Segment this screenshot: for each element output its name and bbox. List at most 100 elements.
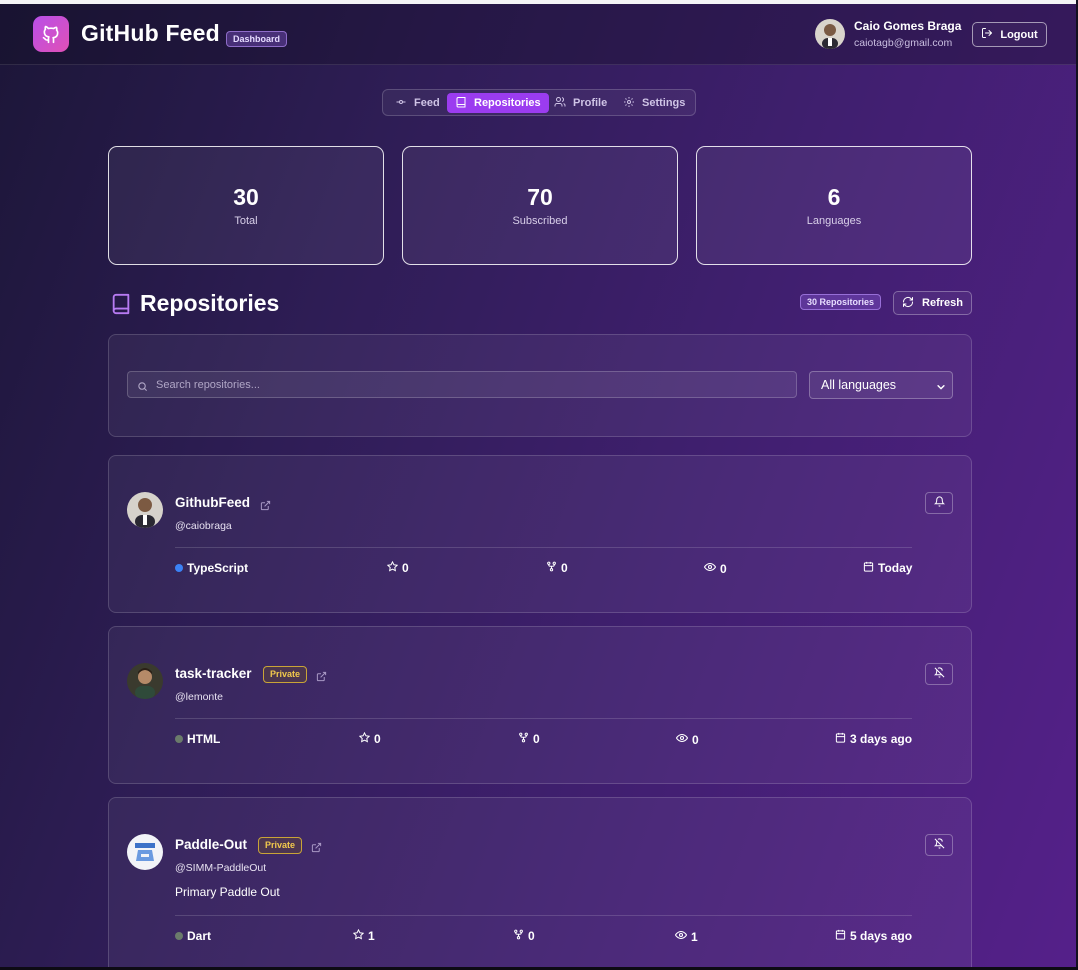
refresh-button[interactable]: Refresh [893,291,972,315]
repo-watchers: 0 [675,732,699,747]
user-avatar[interactable] [815,19,845,49]
search-input[interactable] [156,372,786,397]
tab-repositories[interactable]: Repositories [447,93,549,113]
subscribe-button[interactable] [925,492,953,514]
page-title: Repositories [140,290,280,316]
language-dot [175,735,183,743]
dashboard-badge: Dashboard [226,31,288,47]
external-link-icon[interactable] [260,498,271,516]
language-dot [175,932,183,940]
tab-profile[interactable]: Profile [546,93,615,113]
stars-count: 0 [374,732,381,746]
stat-label: Total [234,215,258,227]
repo-language: HTML [175,732,220,746]
language-label: TypeScript [187,561,249,575]
logout-icon [981,27,993,42]
users-icon [554,96,566,111]
search-icon [137,379,148,397]
updated-label: 3 days ago [850,732,913,746]
private-badge: Private [258,837,303,854]
owner-avatar [127,663,163,699]
app-header: GitHub Feed Dashboard Caio Gomes Braga c… [0,4,1076,65]
stars-count: 1 [368,929,375,943]
refresh-icon [902,296,914,311]
refresh-label: Refresh [922,297,963,309]
repo-stars: 0 [386,560,409,575]
stat-card-total: 30 Total [108,146,384,265]
updated-label: Today [878,561,913,575]
repo-owner: @caiobraga [175,520,232,532]
language-select-value: All languages [821,378,897,392]
eye-icon [674,929,688,944]
repo-card[interactable]: task-tracker Private @lemonte HTML 0 0 0… [108,626,972,784]
stat-value: 70 [527,184,553,210]
repo-forks: 0 [518,732,540,746]
repo-language: TypeScript [175,561,248,575]
logout-label: Logout [1000,28,1038,41]
repo-stars: 0 [358,731,381,746]
forks-count: 0 [528,929,535,943]
stat-value: 30 [233,184,259,210]
user-email: caiotagb@gmail.com [854,37,953,49]
divider [175,718,912,719]
book-icon [455,96,467,111]
language-label: HTML [187,732,221,746]
stat-label: Languages [806,215,862,227]
repo-owner: @SIMM-PaddleOut [175,862,267,874]
commit-icon [395,96,407,111]
tab-feed[interactable]: Feed [387,93,448,113]
app-title: GitHub Feed [81,20,220,46]
github-logo-icon[interactable] [33,16,69,52]
language-label: Dart [187,929,212,943]
external-link-icon[interactable] [311,840,322,858]
repo-forks: 0 [546,561,568,575]
repo-forks: 0 [513,929,535,943]
fork-icon [546,561,557,575]
divider [175,915,912,916]
watchers-count: 0 [692,732,699,747]
repo-name[interactable]: GithubFeed [175,495,250,510]
repo-watchers: 0 [703,561,727,576]
fork-icon [513,929,524,943]
stat-card-subscribed: 70 Subscribed [402,146,678,265]
calendar-icon [863,561,874,575]
bell-off-icon [933,665,945,683]
search-box [127,371,797,398]
repo-owner: @lemonte [175,691,224,703]
calendar-icon [835,929,846,943]
stat-label: Subscribed [512,215,568,227]
watchers-count: 0 [720,561,727,576]
repo-card[interactable]: Paddle-Out Private @SIMM-PaddleOut Prima… [108,797,972,970]
subscribe-button[interactable] [925,663,953,685]
subscribe-button[interactable] [925,834,953,856]
watchers-count: 1 [691,929,698,944]
repo-name[interactable]: Paddle-Out [175,837,247,852]
repo-name[interactable]: task-tracker [175,666,252,681]
repo-language: Dart [175,929,211,943]
filter-panel: All languages [108,334,972,437]
fork-icon [518,732,529,746]
repo-watchers: 1 [674,929,698,944]
tab-settings[interactable]: Settings [615,93,693,113]
language-dot [175,564,183,572]
external-link-icon[interactable] [316,669,327,687]
forks-count: 0 [561,561,568,575]
user-name: Caio Gomes Braga [854,19,962,33]
chevron-down-icon [936,381,946,395]
repo-card[interactable]: GithubFeed @caiobraga TypeScript 0 0 0 T… [108,455,972,613]
forks-count: 0 [533,732,540,746]
bell-off-icon [933,836,945,854]
stars-count: 0 [402,561,409,575]
stat-card-languages: 6 Languages [696,146,972,265]
owner-avatar [127,492,163,528]
repo-count-badge: 30 Repositories [800,294,882,310]
repo-updated: Today [863,561,912,575]
tab-profile-label: Profile [573,97,608,109]
repo-stars: 1 [352,928,375,943]
logout-button[interactable]: Logout [972,22,1047,47]
eye-icon [703,561,717,576]
updated-label: 5 days ago [850,929,913,943]
owner-avatar [127,834,163,870]
repo-updated: 3 days ago [835,732,912,746]
language-select[interactable]: All languages [809,371,953,399]
